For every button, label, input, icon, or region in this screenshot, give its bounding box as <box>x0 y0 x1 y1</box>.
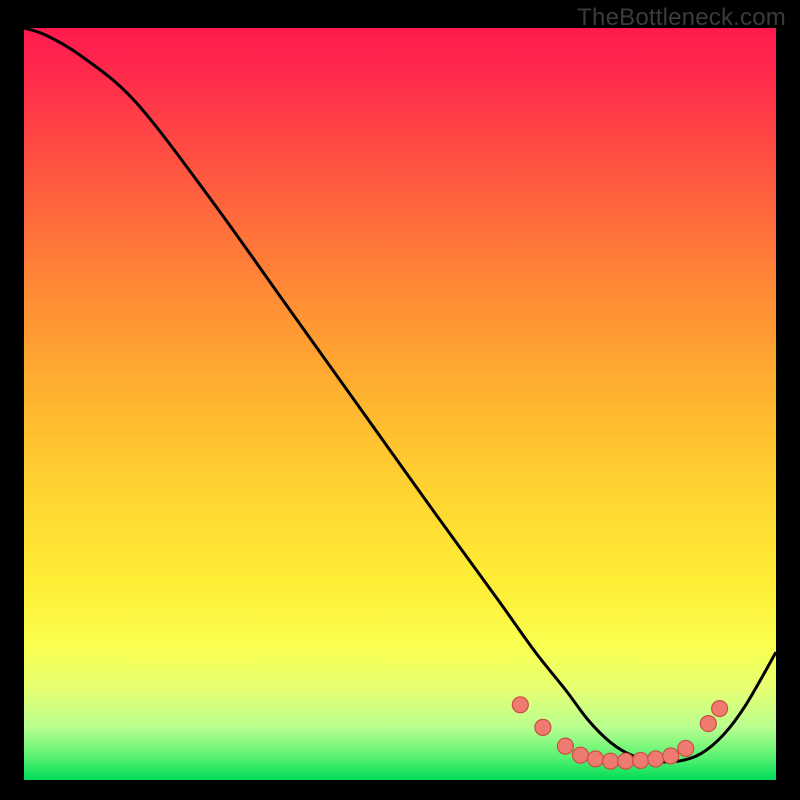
watermark-text: TheBottleneck.com <box>577 4 786 32</box>
data-marker <box>512 697 528 713</box>
data-marker <box>663 748 679 764</box>
data-marker <box>618 753 634 769</box>
data-marker <box>700 716 716 732</box>
data-marker <box>678 740 694 756</box>
marker-layer <box>24 28 776 780</box>
data-marker <box>572 747 588 763</box>
data-marker <box>603 753 619 769</box>
data-marker <box>588 751 604 767</box>
data-marker <box>648 751 664 767</box>
data-marker <box>557 738 573 754</box>
data-marker <box>535 719 551 735</box>
plot-gradient-area <box>24 28 776 780</box>
data-marker <box>712 701 728 717</box>
data-marker <box>633 752 649 768</box>
chart-frame: TheBottleneck.com <box>0 0 800 800</box>
